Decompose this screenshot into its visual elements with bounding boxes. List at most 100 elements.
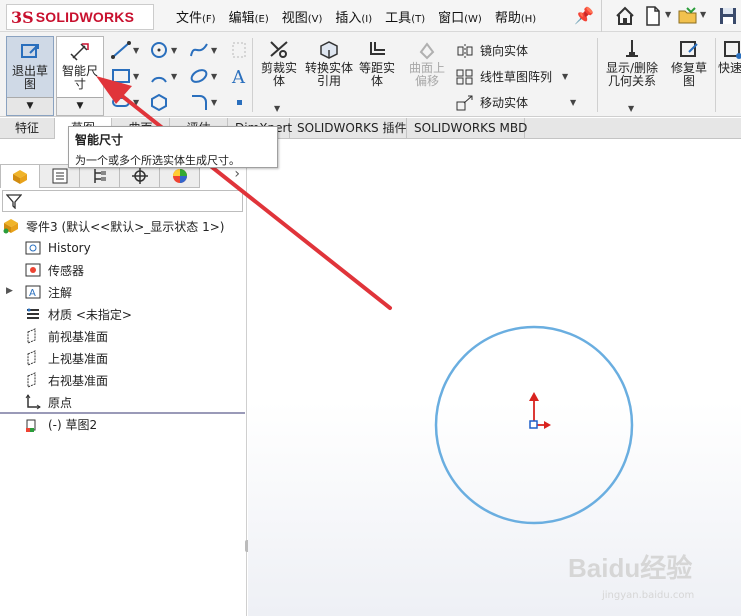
display-delete-relations-icon xyxy=(626,40,638,57)
show-delete-relations-button[interactable]: 显示/删除几何关系 ▼ xyxy=(602,38,662,113)
featuremanager-tab[interactable] xyxy=(0,164,40,188)
tree-item-sketch2[interactable]: (-) 草图2 xyxy=(24,413,97,435)
tree-item-material[interactable]: 材质 <未指定> xyxy=(24,303,132,325)
pin-icon[interactable]: 📌 xyxy=(574,6,594,25)
slot-tool-caret[interactable]: ▼ xyxy=(133,98,139,107)
text-tool-icon[interactable]: A xyxy=(228,66,250,86)
tree-item-sensors[interactable]: 传感器 xyxy=(24,259,84,281)
watermark-logo: Baidu经验 xyxy=(568,553,693,583)
configuration-manager-icon xyxy=(93,169,106,183)
tree-root-label: 零件3 (默认<<默认>_显示状态 1>) xyxy=(26,219,225,234)
annotation-icon: A xyxy=(24,283,42,301)
construction-geometry-icon[interactable] xyxy=(228,40,250,60)
logo-ds-mark: 3S xyxy=(11,7,34,27)
arc-tool-icon[interactable] xyxy=(148,66,170,86)
mirror-entities-button[interactable]: 镜向实体 xyxy=(456,42,528,59)
material-icon xyxy=(24,305,42,323)
tree-item-label: 原点 xyxy=(48,395,73,410)
ribbon-divider-2 xyxy=(597,38,598,112)
circle-tool-icon[interactable] xyxy=(148,40,170,60)
trim-entities-label: 剪裁实体 xyxy=(260,61,297,88)
svg-text:A: A xyxy=(29,288,36,299)
quick-access-divider xyxy=(601,0,602,32)
fillet-tool-icon[interactable] xyxy=(188,92,210,112)
move-entities-caret[interactable]: ▼ xyxy=(570,98,576,107)
menu-help[interactable]: 帮助(H) xyxy=(495,7,536,26)
smart-dimension-dropdown[interactable]: ▼ xyxy=(57,97,103,115)
arc-tool-caret[interactable]: ▼ xyxy=(171,72,177,81)
tree-filter-bar[interactable] xyxy=(2,190,243,212)
tooltip-title: 智能尺寸 xyxy=(75,133,124,147)
exit-sketch-dropdown[interactable]: ▼ xyxy=(7,97,53,115)
offset-on-surface-button[interactable]: 曲面上偏移 xyxy=(404,38,450,88)
polygon-tool-icon[interactable] xyxy=(148,92,170,112)
convert-entities-button[interactable]: 转换实体引用 xyxy=(304,38,354,88)
exit-sketch-label: 退出草图 xyxy=(11,64,48,91)
ellipse-tool-icon[interactable] xyxy=(188,66,210,86)
menu-edit[interactable]: 编辑(E) xyxy=(229,7,269,26)
menu-window[interactable]: 窗口(W) xyxy=(438,7,482,26)
trim-caret[interactable]: ▼ xyxy=(274,102,280,115)
tree-item-history[interactable]: History xyxy=(24,237,91,259)
repair-sketch-button[interactable]: 修复草图 xyxy=(666,38,712,88)
tab-solidworks-addins[interactable]: SOLIDWORKS 插件 xyxy=(290,118,407,139)
line-tool-icon[interactable] xyxy=(110,40,132,60)
exit-sketch-icon xyxy=(21,44,39,58)
menu-tools[interactable]: 工具(T) xyxy=(385,7,425,26)
move-entities-button[interactable]: 移动实体 ▼ xyxy=(456,94,576,111)
tree-item-label: History xyxy=(48,241,91,255)
smart-dimension-button[interactable]: 智能尺寸 ▼ xyxy=(56,36,104,116)
quick-snaps-button[interactable]: 快速捕 xyxy=(718,38,741,75)
repair-sketch-label: 修复草图 xyxy=(670,61,707,88)
plane-icon xyxy=(24,371,42,389)
slot-tool-icon[interactable] xyxy=(110,92,132,112)
offset-on-surface-icon xyxy=(419,42,435,60)
tree-item-label: (-) 草图2 xyxy=(48,417,98,432)
rectangle-tool-icon[interactable] xyxy=(110,66,132,86)
graphics-area[interactable] xyxy=(248,140,741,616)
new-document-icon[interactable] xyxy=(642,5,664,27)
quick-snaps-label: 快速捕 xyxy=(718,61,741,75)
circle-tool-caret[interactable]: ▼ xyxy=(171,46,177,55)
watermark: Baidu经验 xyxy=(568,548,692,585)
spline-tool-icon[interactable] xyxy=(188,40,210,60)
tree-item-annotations[interactable]: A 注解 xyxy=(24,281,72,303)
tree-root-part[interactable]: 零件3 (默认<<默认>_显示状态 1>) xyxy=(2,215,224,237)
panel-tabs-more-arrow[interactable]: › xyxy=(234,166,240,182)
show-delete-relations-label: 显示/删除几何关系 xyxy=(605,61,659,88)
solidworks-logo[interactable]: 3S SOLIDWORKS xyxy=(6,4,154,30)
plane-icon xyxy=(24,349,42,367)
menu-insert[interactable]: 插入(I) xyxy=(335,7,372,26)
save-icon[interactable] xyxy=(717,5,739,27)
point-tool-icon[interactable] xyxy=(228,92,250,112)
fillet-tool-caret[interactable]: ▼ xyxy=(211,98,217,107)
open-dropdown-caret[interactable]: ▼ xyxy=(700,10,706,19)
relations-caret[interactable]: ▼ xyxy=(628,102,634,115)
tree-item-right-plane[interactable]: 右视基准面 xyxy=(24,369,108,391)
new-dropdown-caret[interactable]: ▼ xyxy=(665,10,671,19)
tree-item-top-plane[interactable]: 上视基准面 xyxy=(24,347,108,369)
linear-sketch-pattern-button[interactable]: 线性草图阵列 ▼ xyxy=(456,68,568,85)
trim-entities-button[interactable]: 剪裁实体 ▼ xyxy=(256,38,302,113)
exit-sketch-button[interactable]: 退出草图 ▼ xyxy=(6,36,54,116)
tree-item-label: 注解 xyxy=(48,285,73,300)
open-folder-icon[interactable] xyxy=(677,5,699,27)
rectangle-tool-caret[interactable]: ▼ xyxy=(133,72,139,81)
menu-view[interactable]: 视图(V) xyxy=(282,7,323,26)
mirror-entities-label: 镜向实体 xyxy=(480,44,529,58)
tree-item-origin[interactable]: 原点 xyxy=(24,391,72,413)
tree-item-front-plane[interactable]: 前视基准面 xyxy=(24,325,108,347)
linear-pattern-caret[interactable]: ▼ xyxy=(562,72,568,81)
history-icon xyxy=(24,239,42,257)
line-tool-caret[interactable]: ▼ xyxy=(133,46,139,55)
home-icon[interactable] xyxy=(614,5,636,27)
trim-entities-icon xyxy=(270,41,288,58)
tab-features[interactable]: 特征 xyxy=(0,118,55,139)
offset-entities-button[interactable]: 等距实体 xyxy=(354,38,400,88)
annotations-expander-icon[interactable]: ▶ xyxy=(6,286,13,296)
spline-tool-caret[interactable]: ▼ xyxy=(211,46,217,55)
ellipse-tool-caret[interactable]: ▼ xyxy=(211,72,217,81)
menu-file[interactable]: 文件(F) xyxy=(176,7,216,26)
smart-dimension-tooltip: 智能尺寸 为一个或多个所选实体生成尺寸。 xyxy=(68,126,278,168)
tab-solidworks-mbd[interactable]: SOLIDWORKS MBD xyxy=(407,118,527,139)
